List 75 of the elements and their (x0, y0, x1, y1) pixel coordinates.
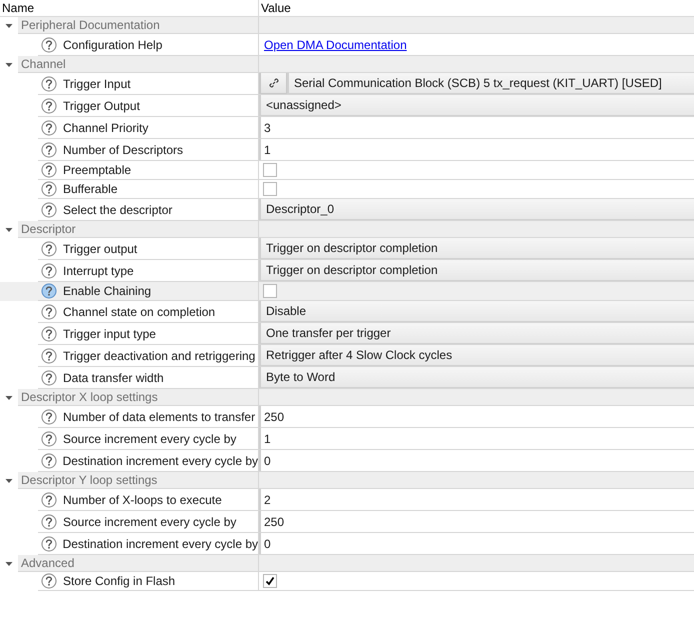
help-icon[interactable] (41, 348, 57, 364)
section-header[interactable]: Peripheral Documentation (18, 17, 694, 34)
dropdown[interactable]: Descriptor_0 (259, 199, 694, 220)
property-label: Bufferable (63, 181, 118, 198)
property-label: Channel state on completion (63, 304, 216, 320)
collapse-arrow-icon[interactable] (5, 476, 13, 484)
property-label: Number of Descriptors (63, 142, 184, 158)
help-icon[interactable] (41, 492, 57, 508)
property-row[interactable]: Enable Chaining (0, 282, 694, 301)
help-icon[interactable] (41, 283, 57, 299)
help-icon[interactable] (41, 240, 57, 256)
property-label: Number of X-loops to execute (63, 492, 222, 508)
checkbox[interactable] (263, 284, 277, 298)
property-label: Trigger input type (63, 326, 156, 342)
link-button[interactable] (259, 73, 287, 94)
property-label: Interrupt type (63, 262, 134, 280)
help-icon[interactable] (41, 142, 57, 158)
section-header[interactable]: Descriptor (18, 221, 694, 238)
property-label: Number of data elements to transfer (63, 408, 256, 426)
help-icon[interactable] (41, 36, 57, 52)
checkbox[interactable] (263, 163, 277, 177)
section-header[interactable]: Descriptor Y loop settings (18, 472, 694, 489)
documentation-link[interactable]: Open DMA Documentation (264, 36, 407, 54)
collapse-arrow-icon[interactable] (5, 560, 13, 568)
help-icon[interactable] (41, 514, 57, 530)
help-icon[interactable] (41, 326, 57, 342)
property-label: Data transfer width (63, 370, 164, 386)
dropdown[interactable]: <unassigned> (259, 95, 694, 116)
help-icon[interactable] (41, 120, 57, 136)
column-header[interactable]: Name (0, 0, 259, 16)
help-icon[interactable] (41, 573, 57, 589)
property-label: Source increment every cycle by (63, 514, 236, 530)
section-header[interactable]: Channel (18, 56, 694, 73)
property-label: Store Config in Flash (63, 573, 176, 590)
property-label: Trigger Input (63, 76, 131, 92)
help-icon[interactable] (41, 408, 57, 424)
chain-link-icon (268, 77, 280, 89)
property-label: Destination increment every cycle by (62, 536, 258, 552)
collapse-arrow-icon[interactable] (5, 60, 13, 68)
help-icon[interactable] (41, 76, 57, 92)
property-label: Trigger Output (63, 98, 140, 114)
help-icon[interactable] (40, 536, 57, 552)
property-label: Select the descriptor (63, 202, 172, 218)
help-icon[interactable] (41, 304, 57, 320)
property-label: Destination increment every cycle by (62, 452, 258, 470)
help-icon[interactable] (41, 202, 57, 218)
collapse-arrow-icon[interactable] (5, 394, 13, 402)
section-header[interactable]: Advanced (18, 555, 694, 572)
help-icon[interactable] (41, 181, 57, 197)
property-label: Preemptable (63, 162, 132, 179)
dropdown[interactable]: Trigger on descriptor completion (259, 260, 694, 281)
help-icon[interactable] (41, 162, 57, 178)
section-header[interactable]: Descriptor X loop settings (18, 389, 694, 406)
property-label: Trigger output (63, 240, 138, 258)
column-header[interactable]: Value (259, 0, 694, 16)
dropdown[interactable]: Byte to Word (259, 367, 694, 388)
help-icon[interactable] (41, 430, 57, 446)
collapse-arrow-icon[interactable] (5, 226, 13, 234)
checkbox[interactable] (263, 182, 277, 196)
dropdown[interactable]: One transfer per trigger (259, 323, 694, 344)
property-label: Channel Priority (63, 120, 148, 136)
help-icon[interactable] (41, 98, 57, 114)
checkbox[interactable] (263, 574, 277, 588)
property-label: Enable Chaining (63, 283, 152, 300)
dropdown[interactable]: Retrigger after 4 Slow Clock cycles (259, 345, 694, 366)
dropdown[interactable]: Trigger on descriptor completion (259, 238, 694, 259)
help-icon[interactable] (40, 452, 57, 468)
help-icon[interactable] (41, 262, 57, 278)
help-icon[interactable] (41, 370, 57, 386)
dropdown[interactable]: Disable (259, 301, 694, 322)
property-label: Source increment every cycle by (63, 430, 236, 448)
dropdown[interactable]: Serial Communication Block (SCB) 5 tx_request (KIT_UART) [USED] (287, 73, 694, 94)
property-label: Configuration Help (63, 36, 162, 54)
property-label: Trigger deactivation and retriggering (63, 348, 256, 364)
collapse-arrow-icon[interactable] (5, 22, 13, 30)
